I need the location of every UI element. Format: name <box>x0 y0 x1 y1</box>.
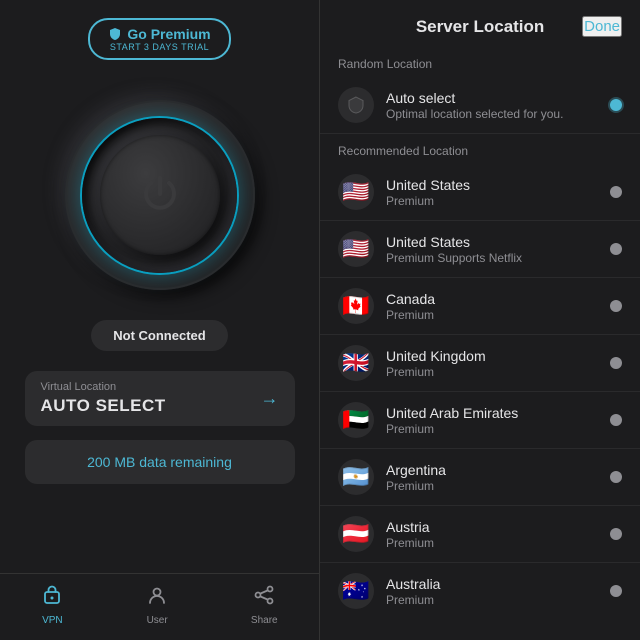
flag-gb: 🇬🇧 <box>338 345 374 381</box>
connection-status-text: Not Connected <box>113 328 205 343</box>
list-item[interactable]: 🇦🇷 Argentina Premium <box>320 449 640 506</box>
server-sub: Premium <box>386 422 598 436</box>
auto-select-icon <box>338 87 374 123</box>
server-sub: Premium <box>386 194 598 208</box>
nav-user[interactable]: User <box>146 584 168 626</box>
server-info: Austria Premium <box>386 519 598 550</box>
server-list: Random Location Auto select Optimal loca… <box>320 47 640 640</box>
section-random-header: Random Location <box>320 47 640 77</box>
server-name: United States <box>386 177 598 193</box>
server-sub: Premium Supports Netflix <box>386 251 598 265</box>
server-name: Austria <box>386 519 598 535</box>
nav-share-label: Share <box>251 615 278 626</box>
user-icon <box>146 584 168 612</box>
power-button-container <box>65 100 255 290</box>
done-button[interactable]: Done <box>582 16 622 37</box>
section-recommended-header: Recommended Location <box>320 134 640 164</box>
flag-at: 🇦🇹 <box>338 516 374 552</box>
selection-dot <box>610 528 622 540</box>
premium-button[interactable]: Go Premium START 3 DAYS TRIAL <box>88 18 230 60</box>
server-name: Auto select <box>386 90 598 106</box>
share-icon <box>253 584 275 612</box>
data-remaining-text: 200 MB data remaining <box>87 454 232 470</box>
selection-dot <box>610 414 622 426</box>
server-info: Canada Premium <box>386 291 598 322</box>
power-outer-ring <box>65 100 255 290</box>
server-info: Auto select Optimal location selected fo… <box>386 90 598 121</box>
server-name: Canada <box>386 291 598 307</box>
server-sub: Premium <box>386 479 598 493</box>
list-item[interactable]: 🇦🇹 Austria Premium <box>320 506 640 563</box>
vpn-icon <box>41 584 63 612</box>
power-button[interactable] <box>100 135 220 255</box>
premium-btn-sub: START 3 DAYS TRIAL <box>110 42 209 52</box>
arrow-right-icon: → <box>261 388 279 409</box>
list-item[interactable]: 🇦🇺 Australia Premium <box>320 563 640 619</box>
server-sub: Premium <box>386 593 598 607</box>
server-info: Argentina Premium <box>386 462 598 493</box>
server-name: United Arab Emirates <box>386 405 598 421</box>
power-icon <box>135 170 185 220</box>
selection-dot <box>610 357 622 369</box>
server-info: United States Premium <box>386 177 598 208</box>
selection-dot <box>610 471 622 483</box>
nav-share[interactable]: Share <box>251 584 278 626</box>
flag-us2: 🇺🇸 <box>338 231 374 267</box>
server-sub: Optimal location selected for you. <box>386 107 598 121</box>
bottom-navigation: VPN User Share <box>0 573 319 640</box>
right-panel: Server Location Done Random Location Aut… <box>320 0 640 640</box>
virtual-location-selector[interactable]: Virtual Location AUTO SELECT → <box>25 371 295 426</box>
list-item[interactable]: Auto select Optimal location selected fo… <box>320 77 640 134</box>
selection-dot <box>610 243 622 255</box>
nav-user-label: User <box>147 615 168 626</box>
selection-dot <box>610 585 622 597</box>
virtual-location-label: Virtual Location <box>41 381 166 393</box>
power-inner-ring <box>82 118 237 273</box>
server-info: United Arab Emirates Premium <box>386 405 598 436</box>
selection-dot <box>610 99 622 111</box>
flag-ar: 🇦🇷 <box>338 459 374 495</box>
shield-icon <box>108 27 122 41</box>
list-item[interactable]: 🇦🇪 United Arab Emirates Premium <box>320 392 640 449</box>
server-name: United Kingdom <box>386 348 598 364</box>
data-remaining-button[interactable]: 200 MB data remaining <box>25 440 295 484</box>
nav-vpn[interactable]: VPN <box>41 584 63 626</box>
flag-ae: 🇦🇪 <box>338 402 374 438</box>
list-item[interactable]: 🇨🇦 Canada Premium <box>320 278 640 335</box>
selection-dot <box>610 186 622 198</box>
premium-btn-main: Go Premium <box>108 26 210 42</box>
virtual-location-value: AUTO SELECT <box>41 396 166 416</box>
list-item[interactable]: 🇺🇸 United States Premium Supports Netfli… <box>320 221 640 278</box>
selection-dot <box>610 300 622 312</box>
server-sub: Premium <box>386 365 598 379</box>
server-name: United States <box>386 234 598 250</box>
server-name: Argentina <box>386 462 598 478</box>
connection-status-badge: Not Connected <box>91 320 227 351</box>
flag-au: 🇦🇺 <box>338 573 374 609</box>
flag-ca: 🇨🇦 <box>338 288 374 324</box>
flag-us1: 🇺🇸 <box>338 174 374 210</box>
list-item[interactable]: 🇺🇸 United States Premium <box>320 164 640 221</box>
server-info: Australia Premium <box>386 576 598 607</box>
panel-title: Server Location <box>378 17 582 37</box>
right-header: Server Location Done <box>320 0 640 47</box>
server-sub: Premium <box>386 536 598 550</box>
list-item[interactable]: 🇬🇧 United Kingdom Premium <box>320 335 640 392</box>
server-name: Australia <box>386 576 598 592</box>
server-info: United States Premium Supports Netflix <box>386 234 598 265</box>
left-panel: Go Premium START 3 DAYS TRIAL Not Connec… <box>0 0 320 640</box>
server-info: United Kingdom Premium <box>386 348 598 379</box>
virtual-location-info: Virtual Location AUTO SELECT <box>41 381 166 416</box>
server-sub: Premium <box>386 308 598 322</box>
nav-vpn-label: VPN <box>42 615 63 626</box>
